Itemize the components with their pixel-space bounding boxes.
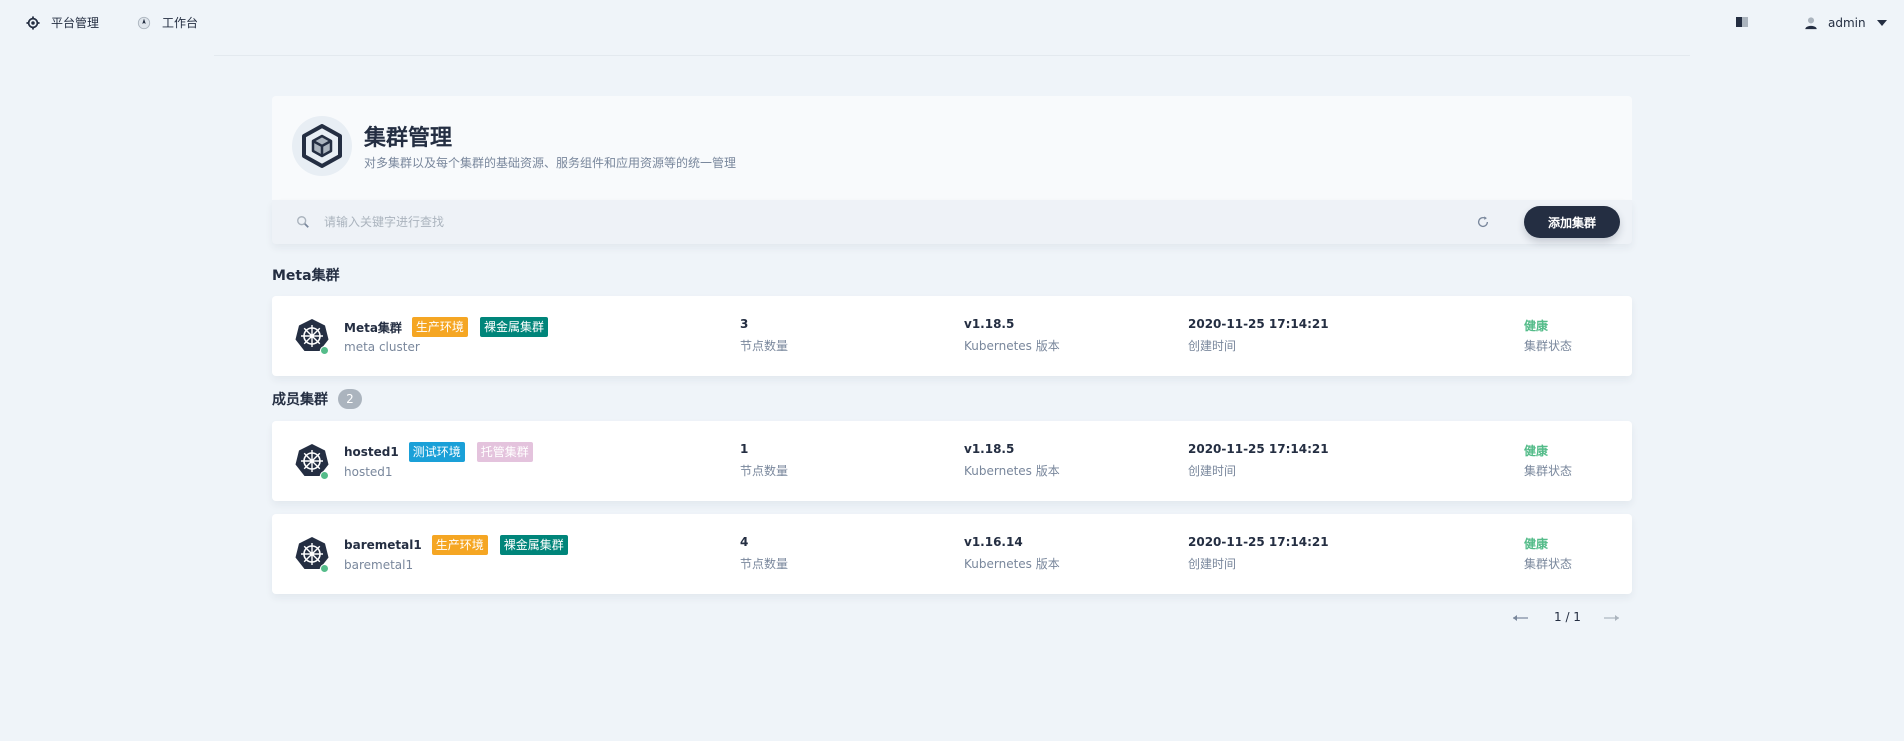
cluster-name: baremetal1 [344, 538, 422, 552]
nav-workbench-label: 工作台 [162, 16, 199, 30]
cluster-description: meta cluster [344, 340, 420, 354]
node-count-label: 节点数量 [740, 557, 789, 571]
version-column: v1.16.14 Kubernetes 版本 [964, 535, 1060, 572]
version-label: Kubernetes 版本 [964, 339, 1060, 353]
version-value: v1.16.14 [964, 535, 1023, 549]
compass-icon [136, 15, 152, 31]
top-navbar: 平台管理 工作台 admin [0, 0, 1904, 45]
created-column: 2020-11-25 17:14:21 创建时间 [1188, 535, 1329, 572]
cluster-name-row: Meta集群 生产环境 裸金属集群 [344, 317, 560, 337]
nav-divider [214, 55, 1690, 56]
section-member-title: 成员集群 [272, 392, 328, 408]
cluster-card[interactable]: hosted1 测试环境 托管集群 hosted1 1 节点数量 v1.18.5… [272, 421, 1632, 501]
arrow-right-icon[interactable] [1602, 610, 1622, 626]
page-description: 对多集群以及每个集群的基础资源、服务组件和应用资源等的统一管理 [364, 156, 737, 170]
status-column: 健康 集群状态 [1524, 535, 1572, 572]
created-column: 2020-11-25 17:14:21 创建时间 [1188, 317, 1329, 354]
cluster-tag: 测试环境 [408, 442, 465, 462]
status-label: 集群状态 [1524, 557, 1573, 571]
chevron-down-icon [1876, 19, 1888, 27]
node-count-column: 3 节点数量 [740, 317, 788, 354]
node-count-column: 1 节点数量 [740, 442, 788, 479]
arrow-left-icon[interactable] [1510, 610, 1530, 626]
page-indicator: 1 / 1 [1554, 610, 1581, 624]
status-label: 集群状态 [1524, 339, 1573, 353]
cluster-description: hosted1 [344, 465, 393, 479]
version-label: Kubernetes 版本 [964, 464, 1060, 478]
page-banner: 集群管理 对多集群以及每个集群的基础资源、服务组件和应用资源等的统一管理 [272, 96, 1632, 200]
cluster-name: Meta集群 [344, 320, 402, 335]
created-label: 创建时间 [1188, 464, 1237, 478]
status-value: 健康 [1524, 319, 1549, 333]
gear-icon [25, 15, 41, 31]
search-toolbar: 添加集群 [272, 200, 1632, 244]
node-count-value: 3 [740, 317, 749, 331]
created-value: 2020-11-25 17:14:21 [1188, 535, 1329, 549]
user-icon [1804, 16, 1818, 30]
cluster-name-row: hosted1 测试环境 托管集群 [344, 442, 545, 462]
cluster-icon [292, 116, 352, 176]
version-column: v1.18.5 Kubernetes 版本 [964, 317, 1060, 354]
cluster-tag: 生产环境 [411, 317, 468, 337]
search-icon [296, 214, 312, 230]
section-meta-title: Meta集群 [272, 268, 340, 284]
created-value: 2020-11-25 17:14:21 [1188, 442, 1329, 456]
cluster-card[interactable]: baremetal1 生产环境 裸金属集群 baremetal1 4 节点数量 … [272, 514, 1632, 594]
status-value: 健康 [1524, 444, 1549, 458]
status-column: 健康 集群状态 [1524, 317, 1572, 354]
nav-platform-label: 平台管理 [51, 16, 100, 30]
node-count-value: 4 [740, 535, 749, 549]
status-column: 健康 集群状态 [1524, 442, 1572, 479]
status-indicator [320, 346, 329, 355]
add-cluster-button[interactable]: 添加集群 [1524, 206, 1620, 238]
version-label: Kubernetes 版本 [964, 557, 1060, 571]
search-input[interactable] [324, 208, 1424, 236]
page-title: 集群管理 [364, 126, 453, 151]
status-label: 集群状态 [1524, 464, 1573, 478]
version-column: v1.18.5 Kubernetes 版本 [964, 442, 1060, 479]
cluster-tag: 生产环境 [431, 535, 488, 555]
user-menu[interactable]: admin [1804, 0, 1888, 45]
status-value: 健康 [1524, 537, 1549, 551]
node-count-value: 1 [740, 442, 749, 456]
status-indicator [320, 564, 329, 573]
documentation-icon[interactable] [1734, 14, 1750, 30]
created-column: 2020-11-25 17:14:21 创建时间 [1188, 442, 1329, 479]
node-count-label: 节点数量 [740, 339, 789, 353]
member-count-badge: 2 [338, 389, 362, 409]
created-label: 创建时间 [1188, 339, 1237, 353]
version-value: v1.18.5 [964, 442, 1015, 456]
cluster-name-row: baremetal1 生产环境 裸金属集群 [344, 535, 580, 555]
nav-platform-management[interactable]: 平台管理 [25, 0, 99, 45]
node-count-label: 节点数量 [740, 464, 789, 478]
created-value: 2020-11-25 17:14:21 [1188, 317, 1329, 331]
section-meta-clusters: Meta集群 [272, 265, 340, 285]
cluster-tag: 裸金属集群 [479, 317, 548, 337]
status-indicator [320, 471, 329, 480]
cluster-card[interactable]: Meta集群 生产环境 裸金属集群 meta cluster 3 节点数量 v1… [272, 296, 1632, 376]
cluster-name: hosted1 [344, 445, 399, 459]
created-label: 创建时间 [1188, 557, 1237, 571]
cluster-description: baremetal1 [344, 558, 414, 572]
nav-workbench[interactable]: 工作台 [136, 0, 198, 45]
refresh-icon[interactable] [1476, 214, 1492, 230]
pagination: 1 / 1 [1504, 608, 1632, 628]
cluster-tag: 裸金属集群 [499, 535, 568, 555]
cluster-tag: 托管集群 [476, 442, 533, 462]
version-value: v1.18.5 [964, 317, 1015, 331]
node-count-column: 4 节点数量 [740, 535, 788, 572]
section-member-clusters: 成员集群 2 [272, 389, 362, 409]
user-name: admin [1828, 15, 1866, 30]
